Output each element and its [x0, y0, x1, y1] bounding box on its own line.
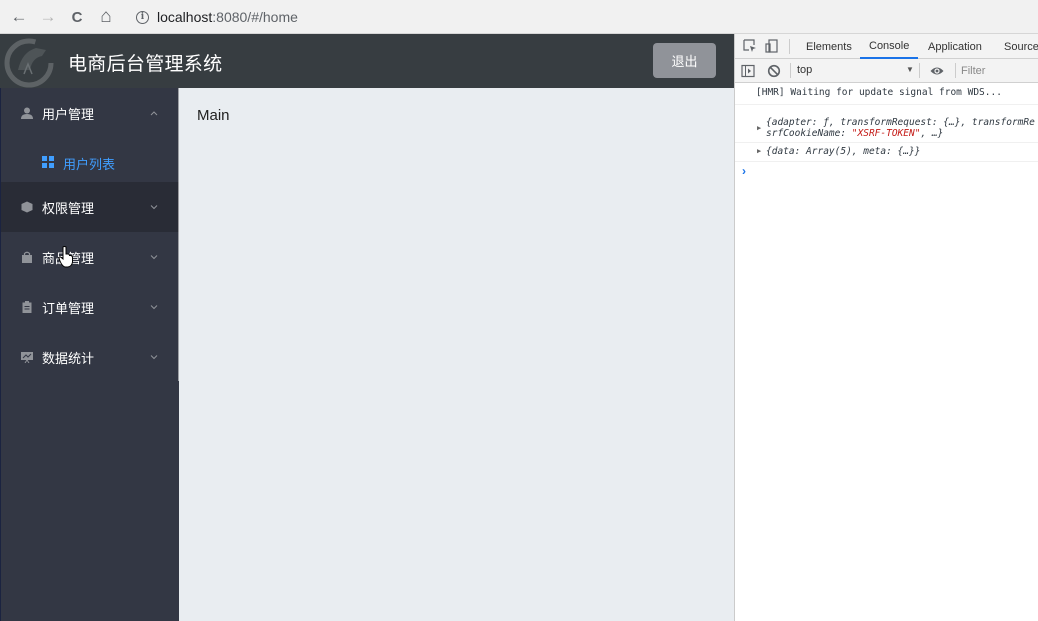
console-text: {data: Array(5), meta: {…}} — [766, 146, 921, 157]
console-toolbar: top ▼ — [735, 59, 1038, 83]
console-text: {adapter: ƒ, transformRequest: {…}, tran… — [766, 117, 1035, 128]
user-icon — [21, 107, 33, 119]
bag-icon — [22, 251, 32, 263]
back-button[interactable]: ← — [8, 6, 30, 28]
forward-button[interactable]: → — [37, 6, 59, 28]
menu-label: 权限管理 — [42, 200, 95, 216]
console-text: [HMR] Waiting for update signal from WDS… — [756, 87, 1002, 98]
logout-button[interactable]: 退出 — [653, 43, 716, 78]
tab-sources[interactable]: Sources — [995, 34, 1038, 59]
divider — [955, 63, 956, 78]
sidebar-item-permission-management[interactable]: 权限管理 — [1, 182, 179, 232]
chevron-down-icon — [150, 355, 158, 360]
devtools-panel: Elements Console Application Sources top… — [734, 34, 1038, 621]
sidebar-item-data-statistics[interactable]: 数据统计 — [1, 332, 179, 382]
main-text: Main — [197, 107, 230, 124]
clear-console-icon[interactable] — [767, 64, 781, 78]
sidebar-toggle-icon[interactable] — [741, 64, 755, 78]
browser-toolbar: ← → C ⌂ i localhost:8080/#/home — [0, 0, 1038, 34]
chart-icon — [21, 352, 33, 363]
divider — [790, 63, 791, 78]
chevron-down-icon — [150, 255, 158, 260]
divider — [789, 39, 790, 54]
devtools-tab-bar: Elements Console Application Sources — [735, 34, 1038, 59]
device-toolbar-icon[interactable] — [765, 39, 779, 53]
url-host: localhost — [157, 9, 213, 25]
home-icon: ⌂ — [100, 6, 112, 27]
chevron-down-icon — [150, 305, 158, 310]
app-container: 电商后台管理系统 退出 用户管理 用户列表 权限管理 订单管理 数据统计 Mai… — [0, 34, 734, 621]
app-title: 电商后台管理系统 — [68, 54, 223, 75]
eye-icon[interactable] — [930, 64, 944, 78]
sidebar-item-goods-management[interactable]: 商品管理 — [1, 232, 179, 282]
expand-triangle-icon[interactable]: ▶ — [757, 147, 761, 155]
info-icon[interactable]: i — [136, 10, 149, 24]
arrow-left-icon: ← — [10, 7, 28, 26]
arrow-right-icon: → — [39, 7, 57, 26]
cube-icon — [21, 201, 33, 213]
sidebar-item-user-management[interactable]: 用户管理 — [1, 88, 179, 138]
app-header: 电商后台管理系统 退出 — [0, 34, 734, 88]
logo-icon — [4, 38, 54, 88]
submenu-label: 用户列表 — [63, 157, 116, 172]
tab-elements[interactable]: Elements — [797, 34, 861, 59]
grid-icon — [42, 156, 54, 168]
url-path: :8080/#/home — [212, 9, 298, 25]
menu-label: 数据统计 — [42, 350, 95, 366]
menu-label: 订单管理 — [42, 300, 95, 316]
tab-application[interactable]: Application — [919, 34, 991, 59]
console-text: srfCookieName: "XSRF-TOKEN", …} — [766, 128, 944, 139]
inspect-element-icon[interactable] — [743, 39, 757, 53]
context-select[interactable]: top — [797, 64, 812, 76]
home-button[interactable]: ⌂ — [95, 6, 117, 28]
sidebar-menu: 用户管理 用户列表 权限管理 商品管理 订单管理 — [0, 88, 179, 621]
chevron-down-icon — [150, 205, 158, 210]
dropdown-arrow-icon[interactable]: ▼ — [906, 65, 914, 74]
console-message: [HMR] Waiting for update signal from WDS… — [735, 83, 1038, 105]
console-message[interactable]: ▶ {data: Array(5), meta: {…}} — [735, 143, 1038, 162]
sidebar-item-user-list[interactable]: 用户列表 — [1, 138, 179, 188]
hand-cursor-icon — [58, 246, 73, 268]
divider — [919, 63, 920, 78]
console-message[interactable]: ▶ {adapter: ƒ, transformRequest: {…}, tr… — [735, 105, 1038, 143]
menu-label: 用户管理 — [42, 106, 95, 122]
main-content: Main — [179, 88, 734, 621]
clipboard-icon — [22, 301, 32, 313]
sidebar-item-order-management[interactable]: 订单管理 — [1, 282, 179, 332]
expand-triangle-icon[interactable]: ▶ — [757, 124, 761, 132]
tab-console[interactable]: Console — [860, 34, 919, 59]
console-filter-input[interactable] — [961, 63, 1038, 79]
reload-button[interactable]: C — [66, 6, 88, 28]
reload-icon: C — [71, 8, 83, 26]
console-prompt-icon[interactable]: › — [742, 164, 746, 178]
address-bar[interactable]: i localhost:8080/#/home — [126, 4, 1034, 30]
chevron-up-icon — [150, 111, 158, 116]
